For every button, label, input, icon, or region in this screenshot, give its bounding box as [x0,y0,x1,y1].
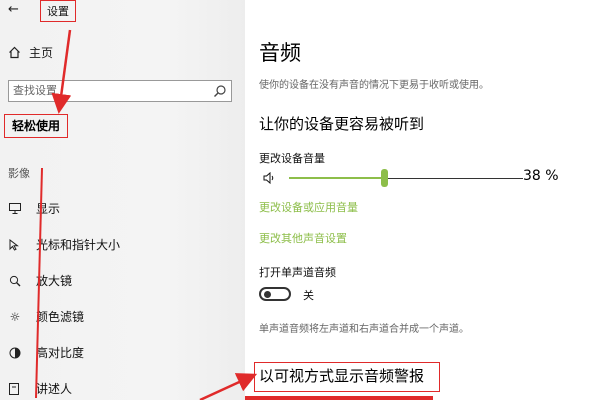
sidebar-home-label: 主页 [29,46,54,60]
visual-alerts-title: 以可视方式显示音频警报 [254,362,440,392]
color-filter-icon: ☼ [9,309,21,324]
category-title: 轻松使用 [4,114,68,138]
page-description: 使你的设备在没有声音的情况下更易于收听或使用。 [259,80,489,91]
volume-slider-thumb[interactable] [381,169,389,187]
mono-audio-toggle[interactable] [259,287,291,301]
search-input[interactable]: 查找设置 [8,80,232,102]
sidebar-home[interactable]: 主页 [8,44,53,61]
display-icon [8,202,22,216]
sidebar-item-high-contrast[interactable]: 高对比度 [8,344,84,361]
annotation-red-bar [245,396,433,400]
link-app-volume[interactable]: 更改设备或应用音量 [259,199,358,215]
volume-value: 38 % [523,168,559,184]
magnifier-icon [8,274,22,288]
mono-audio-state: 关 [303,289,314,302]
sidebar-item-label: 显示 [36,202,61,216]
toggle-knob [264,291,271,298]
home-icon [9,46,20,59]
back-arrow-icon[interactable]: ← [8,2,19,17]
sidebar-item-label: 讲述人 [36,382,73,396]
narrator-icon [8,382,22,396]
volume-slider-fill [289,177,385,179]
sidebar-item-label: 放大镜 [36,274,73,288]
sidebar-item-color-filter[interactable]: ☼ 颜色滤镜 [8,308,84,325]
sidebar-item-label: 颜色滤镜 [36,310,85,324]
cursor-icon [8,238,22,252]
link-other-sound[interactable]: 更改其他声音设置 [259,230,347,246]
volume-label: 更改设备音量 [259,152,325,165]
window-title: 设置 [40,0,76,22]
high-contrast-icon [8,346,22,360]
sidebar-item-cursor[interactable]: 光标和指针大小 [8,236,120,253]
mono-audio-label: 打开单声道音频 [259,266,336,279]
main-panel: 音频 使你的设备在没有声音的情况下更易于收听或使用。 让你的设备更容易被听到 更… [245,0,589,400]
page-title: 音频 [259,41,301,65]
volume-slider-track[interactable] [384,177,523,179]
section-title: 让你的设备更容易被听到 [259,115,425,133]
mono-audio-note: 单声道音频将左声道和右声道合并成一个声道。 [259,324,469,335]
search-icon[interactable] [213,84,227,98]
speaker-icon[interactable] [263,171,277,185]
sidebar: ← 设置 主页 查找设置 轻松使用 影像 显示 光标和指针大小 放大镜 ☼ 颜色… [0,0,245,400]
sidebar-item-display[interactable]: 显示 [8,200,60,217]
sidebar-item-label: 高对比度 [36,346,85,360]
search-placeholder: 查找设置 [13,84,57,97]
sidebar-item-narrator[interactable]: 讲述人 [8,380,72,397]
volume-row: 38 % [259,166,559,190]
section-label: 影像 [8,167,30,180]
sidebar-item-magnifier[interactable]: 放大镜 [8,272,72,289]
sidebar-item-label: 光标和指针大小 [36,238,121,252]
